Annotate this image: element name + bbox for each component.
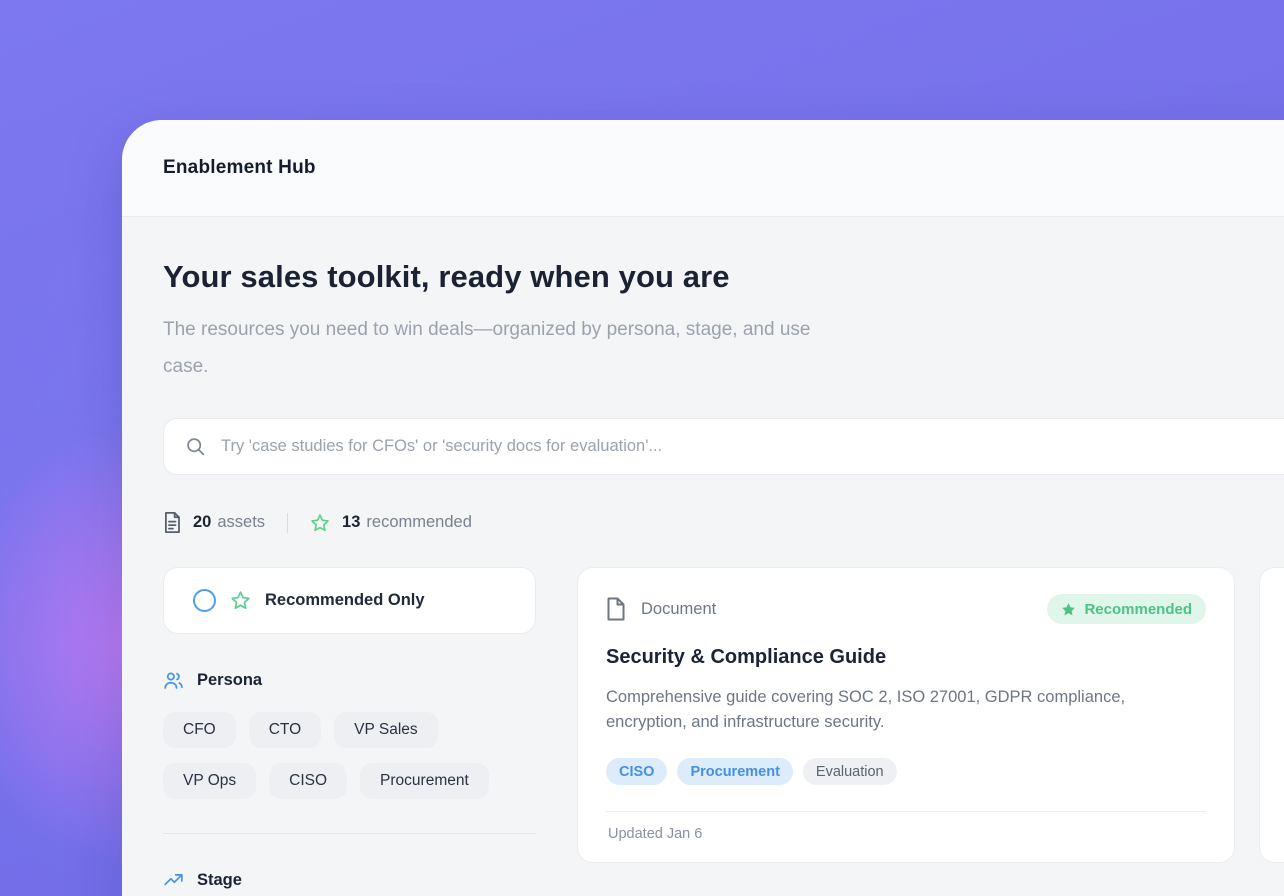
card-type-label: Document — [641, 600, 716, 619]
persona-chip-cto[interactable]: CTO — [249, 712, 321, 748]
search-input[interactable] — [221, 437, 1284, 456]
stats-row: 20 assets 13 recommended — [163, 512, 1284, 533]
content-columns: Recommended Only Persona CFO — [163, 567, 1284, 891]
assets-stat: 20 assets — [163, 512, 265, 533]
document-lines-icon — [163, 512, 181, 533]
stage-section: Stage — [163, 870, 536, 891]
stage-section-label: Stage — [197, 871, 242, 890]
window-header: Enablement Hub — [122, 120, 1284, 217]
window-body: Your sales toolkit, ready when you are T… — [122, 217, 1284, 891]
persona-chip-vp-ops[interactable]: VP Ops — [163, 763, 256, 799]
card-type: Document — [606, 597, 716, 621]
tag-procurement[interactable]: Procurement — [677, 758, 792, 785]
stats-divider — [287, 513, 288, 533]
app-title: Enablement Hub — [163, 157, 316, 179]
page-title: Your sales toolkit, ready when you are — [163, 259, 1284, 295]
persona-chip-procurement[interactable]: Procurement — [360, 763, 489, 799]
users-icon — [163, 670, 184, 691]
sidebar-divider — [163, 833, 536, 834]
recommended-badge: Recommended — [1047, 594, 1206, 624]
card-description-line1: Comprehensive guide covering SOC 2, ISO … — [606, 685, 1206, 710]
trending-up-icon — [163, 870, 184, 891]
card-top-row: Document Recommended — [606, 594, 1206, 624]
recommended-only-toggle[interactable]: Recommended Only — [163, 567, 536, 634]
page-subtitle-line2: case. — [163, 348, 1284, 385]
resource-card-security-compliance-guide[interactable]: Document Recommended Security & Complian… — [577, 567, 1235, 863]
card-title: Security & Compliance Guide — [606, 646, 1206, 669]
recommended-badge-label: Recommended — [1084, 601, 1192, 618]
card-description-line2: encryption, and infrastructure security. — [606, 710, 1206, 735]
tag-evaluation[interactable]: Evaluation — [803, 758, 897, 785]
stage-header: Stage — [163, 870, 536, 891]
file-icon — [606, 597, 626, 621]
recommended-only-label: Recommended Only — [265, 591, 425, 610]
persona-section: Persona CFO CTO VP Sales VP Ops CISO Pro… — [163, 670, 536, 799]
star-outline-icon — [230, 590, 251, 611]
card-description: Comprehensive guide covering SOC 2, ISO … — [606, 685, 1206, 735]
card-tags: CISO Procurement Evaluation — [606, 758, 1206, 785]
star-filled-icon — [1061, 602, 1076, 617]
page-subtitle: The resources you need to win deals—orga… — [163, 311, 1284, 385]
persona-chip-vp-sales[interactable]: VP Sales — [334, 712, 437, 748]
assets-label: assets — [217, 513, 265, 532]
resource-cards: Document Recommended Security & Complian… — [577, 567, 1284, 863]
persona-chip-ciso[interactable]: CISO — [269, 763, 347, 799]
recommended-label: recommended — [366, 513, 471, 532]
assets-count: 20 — [193, 513, 211, 532]
search-icon — [185, 436, 206, 457]
search-bar[interactable] — [163, 418, 1284, 475]
persona-chip-cfo[interactable]: CFO — [163, 712, 236, 748]
persona-chips: CFO CTO VP Sales VP Ops CISO Procurement — [163, 712, 536, 799]
page-subtitle-line1: The resources you need to win deals—orga… — [163, 311, 1284, 348]
persona-header: Persona — [163, 670, 536, 691]
resource-card-partial[interactable] — [1259, 567, 1284, 863]
filters-sidebar: Recommended Only Persona CFO — [163, 567, 536, 891]
enablement-hub-window: Enablement Hub Your sales toolkit, ready… — [122, 120, 1284, 896]
star-outline-icon — [310, 513, 330, 533]
card-updated-date: Updated Jan 6 — [606, 811, 1206, 856]
toggle-circle[interactable] — [193, 589, 216, 612]
tag-ciso[interactable]: CISO — [606, 758, 667, 785]
recommended-count: 13 — [342, 513, 360, 532]
persona-section-label: Persona — [197, 671, 262, 690]
recommended-stat: 13 recommended — [310, 513, 472, 533]
